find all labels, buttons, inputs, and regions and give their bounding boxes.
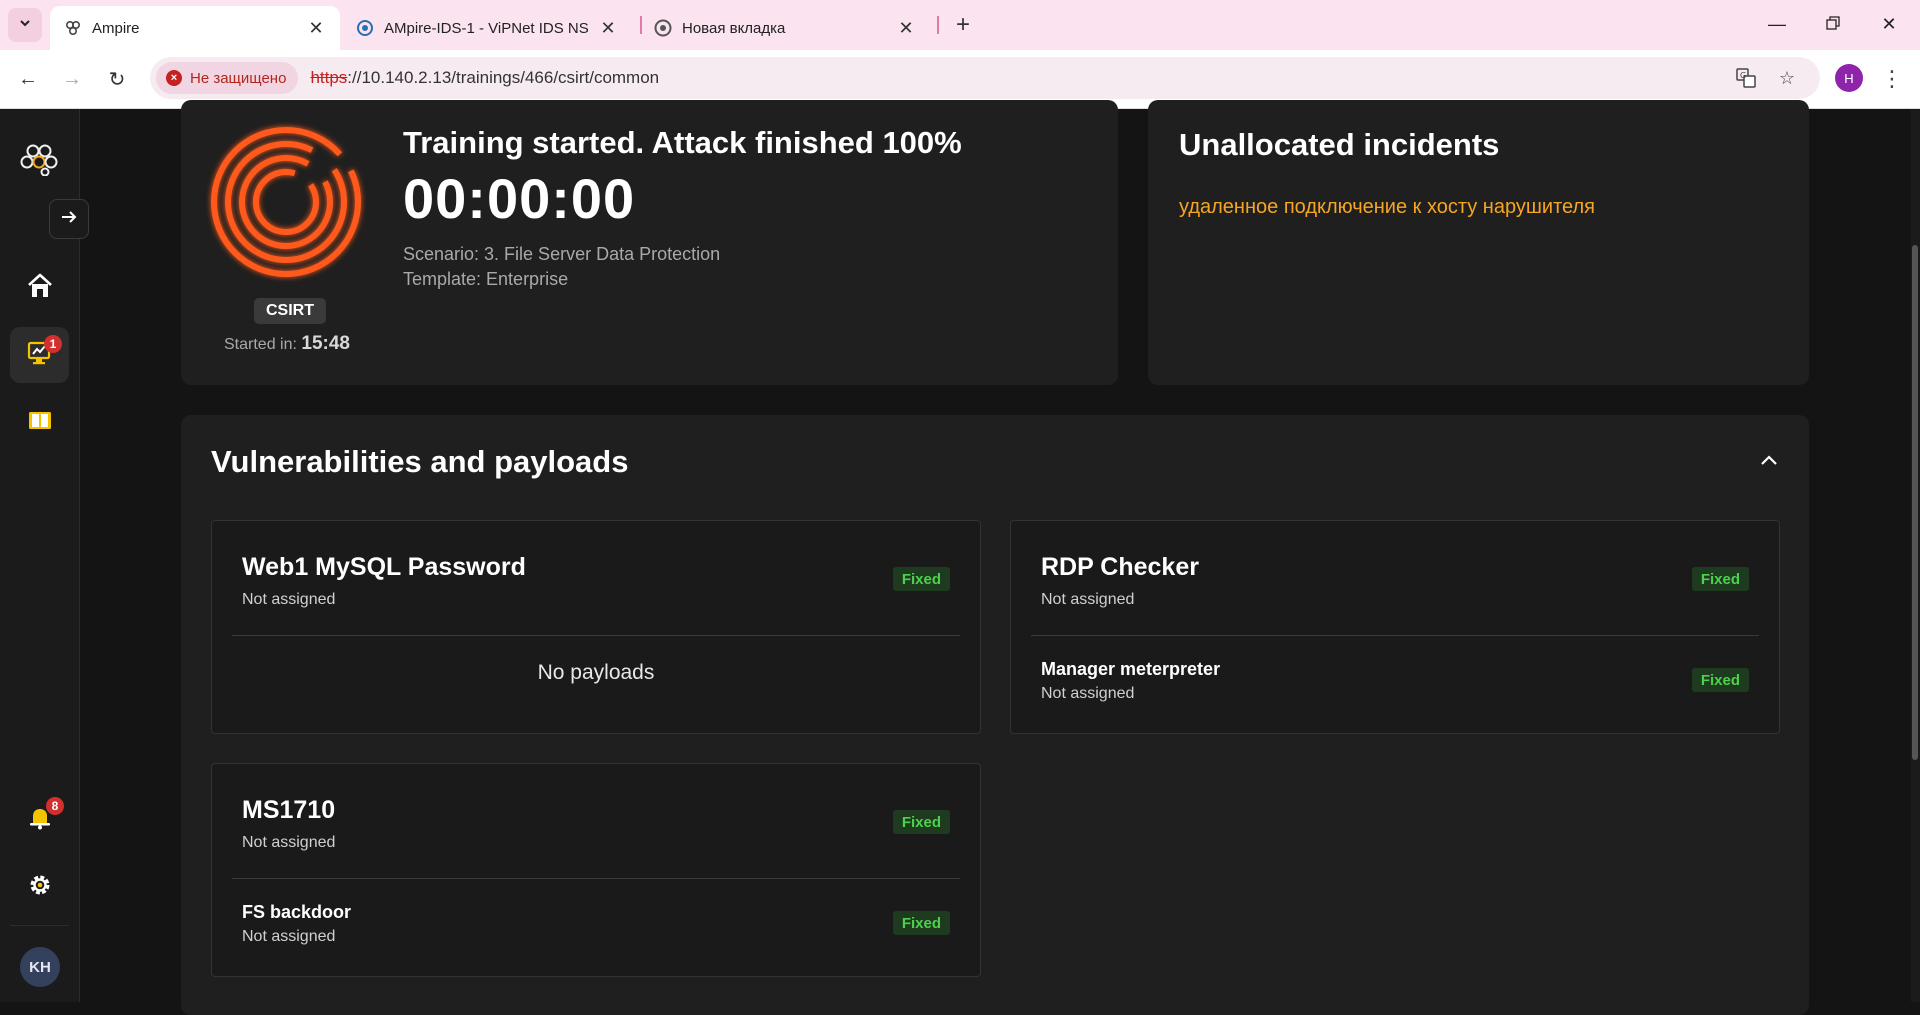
close-window-button[interactable]: ✕ [1866,6,1912,42]
payload-assignee: Not assigned [1041,685,1135,702]
back-button[interactable]: ← [12,63,44,95]
sidebar-item-trainings[interactable]: 1 [10,327,69,383]
training-logo [206,122,366,287]
sidebar-item-notifications[interactable]: 8 [10,791,69,847]
vulnerability-name: MS1710 [242,796,336,824]
tab-title: AMpire-IDS-1 - ViPNet IDS NS [384,19,589,37]
card-divider [1031,635,1759,636]
card-divider [232,878,960,879]
gear-icon [26,871,54,904]
reload-button[interactable]: ↻ [101,63,133,95]
user-avatar[interactable]: KH [20,947,60,987]
arrow-right-icon: → [62,67,82,90]
payload-name: Manager meterpreter [1041,659,1221,679]
chevron-up-icon [1760,453,1778,471]
url-path: ://10.140.2.13/trainings/466/csirt/commo… [347,68,660,87]
address-bar[interactable]: × Не защищено https://10.140.2.13/traini… [150,57,1820,99]
sidebar-item-library[interactable] [10,395,69,451]
close-tab-icon[interactable]: ✕ [894,16,918,40]
restore-button[interactable] [1810,6,1856,42]
sidebar-item-home[interactable] [10,260,69,316]
started-in: Started in: 15:48 [224,333,350,355]
expand-sidebar-button[interactable] [49,199,89,239]
incident-item[interactable]: удаленное подключение к хосту нарушителя [1179,196,1595,219]
arrow-right-icon [60,208,78,231]
ampire-favicon-icon [64,19,82,37]
vulnerability-card[interactable]: MS1710 Not assigned Fixed FS backdoor No… [211,763,981,977]
tab-search-button[interactable] [8,8,42,42]
card-divider [232,635,960,636]
browser-tab-bar: Ampire ✕ AMpire-IDS-1 - ViPNet IDS NS ✕ … [0,0,1920,50]
status-badge: Fixed [892,567,950,591]
app-sidebar: 1 8 KH [0,109,80,1002]
tab-vipnet-ids[interactable]: AMpire-IDS-1 - ViPNet IDS NS ✕ [342,6,632,50]
vulnerability-assignee: Not assigned [242,834,336,851]
tab-ampire[interactable]: Ampire ✕ [50,6,340,50]
status-badge: Fixed [1691,567,1749,591]
training-timer: 00:00:00 [403,167,636,230]
notifications-badge: 8 [46,797,64,815]
trainings-badge: 1 [44,335,62,353]
vulnerability-assignee: Not assigned [1041,591,1135,608]
payload-status-badge: Fixed [892,911,950,935]
chevron-down-icon [18,16,32,35]
incidents-title: Unallocated incidents [1179,127,1500,162]
sidebar-item-settings[interactable] [10,859,69,915]
started-time: 15:48 [301,333,350,354]
close-icon: ✕ [1881,13,1897,34]
bookmark-star-icon[interactable]: ☆ [1775,66,1799,90]
section-title: Vulnerabilities and payloads [211,444,629,479]
site-security-chip[interactable]: × Не защищено [156,62,299,94]
minimize-icon: — [1768,13,1786,34]
url-scheme: https [310,68,348,87]
vulnerability-card[interactable]: RDP Checker Not assigned Fixed Manager m… [1010,520,1780,734]
minimize-button[interactable]: — [1754,6,1800,42]
vulnerability-card[interactable]: Web1 MySQL Password Not assigned Fixed N… [211,520,981,734]
security-label: Не защищено [190,69,287,87]
tab-separator [937,16,939,34]
new-tab-button[interactable]: + [948,10,978,40]
payload-name: FS backdoor [242,902,352,922]
role-chip: CSIRT [254,298,326,324]
svg-text:G: G [1740,71,1746,80]
sidebar-divider [10,925,69,926]
tab-new-tab[interactable]: Новая вкладка ✕ [640,6,930,50]
ampire-logo-icon [19,142,61,181]
payload-status-badge: Fixed [1691,668,1749,692]
payload-assignee: Not assigned [242,928,336,945]
tab-title: Ampire [92,19,140,37]
warning-icon: × [166,70,182,86]
plus-icon: + [955,11,970,38]
home-icon [26,272,54,305]
no-payloads-text: No payloads [537,661,655,684]
arrow-left-icon: ← [18,67,38,90]
close-tab-icon[interactable]: ✕ [304,16,328,40]
profile-avatar[interactable]: H [1835,64,1863,92]
concentric-circles-logo-icon [206,127,366,286]
vulnerability-assignee: Not assigned [242,591,336,608]
vulnerability-name: Web1 MySQL Password [242,553,526,581]
forward-button[interactable]: → [56,63,88,95]
status-badge: Fixed [892,810,950,834]
training-status-title: Training started. Attack finished 100% [403,125,962,160]
started-label: Started in: [224,336,297,353]
book-icon [26,407,54,440]
app-logo[interactable] [10,133,69,189]
tab-title: Новая вкладка [682,19,786,37]
reload-icon: ↻ [108,68,126,91]
url-text[interactable]: https://10.140.2.13/trainings/466/csirt/… [310,68,659,88]
restore-icon [1826,14,1840,35]
vulnerability-name: RDP Checker [1041,553,1199,581]
browser-menu-icon[interactable]: ⋮ [1880,63,1904,95]
chrome-favicon-icon [654,19,672,37]
scenario-text: Scenario: 3. File Server Data Protection [403,244,721,264]
collapse-section-button[interactable] [1755,448,1783,476]
close-tab-icon[interactable]: ✕ [596,16,620,40]
scrollbar-thumb[interactable] [1912,245,1918,760]
vipnet-favicon-icon [356,19,374,37]
translate-icon[interactable]: G [1734,66,1758,90]
template-text: Template: Enterprise [403,269,569,289]
